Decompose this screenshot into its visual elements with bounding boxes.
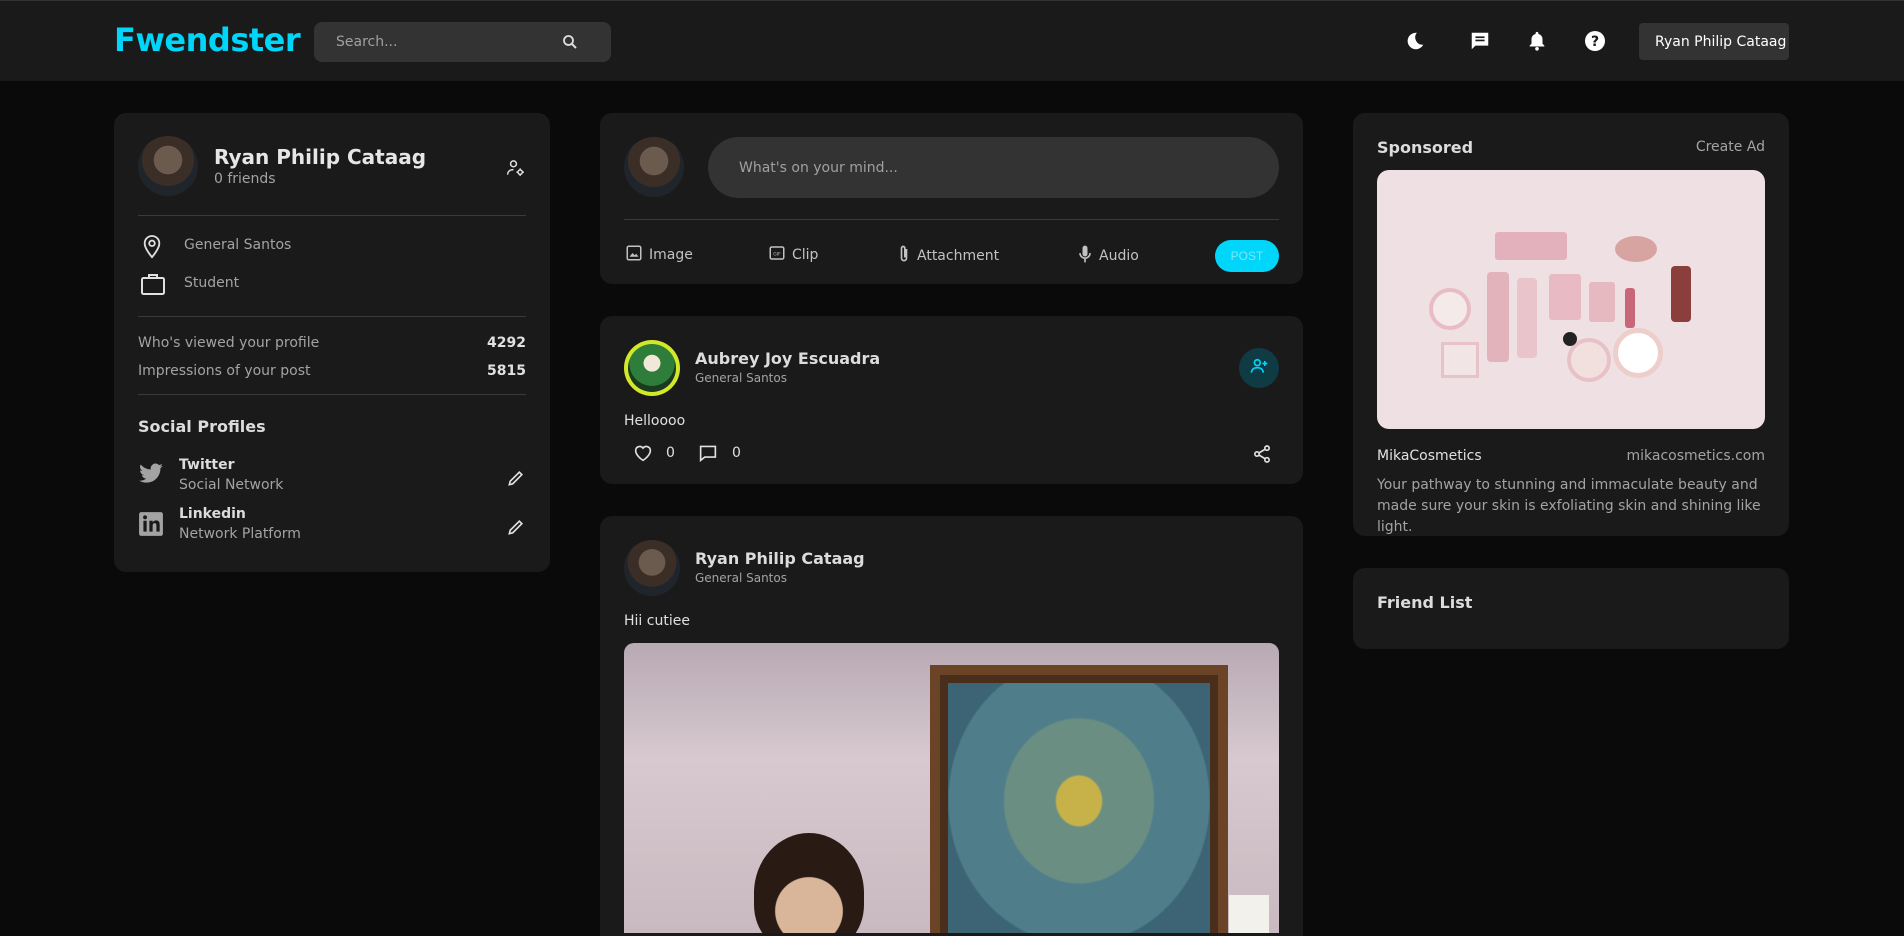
social-name[interactable]: Twitter	[179, 457, 235, 473]
post-image[interactable]	[624, 643, 1279, 933]
app-logo[interactable]: Fwendster	[114, 21, 301, 59]
post-author-avatar[interactable]	[624, 340, 680, 396]
profile-friends-count: 0 friends	[214, 171, 276, 187]
profile-name[interactable]: Ryan Philip Cataag	[214, 145, 426, 169]
attachment-action[interactable]: Attachment	[897, 244, 999, 268]
profile-occupation: Student	[184, 275, 240, 291]
ad-description: Your pathway to stunning and immaculate …	[1377, 477, 1761, 535]
twitter-icon	[138, 463, 164, 489]
manage-account-icon[interactable]	[506, 158, 526, 182]
svg-text:GIF: GIF	[773, 251, 781, 257]
search-bar[interactable]	[314, 22, 611, 62]
post-button[interactable]: POST	[1215, 240, 1279, 272]
audio-action[interactable]: Audio	[1077, 244, 1139, 268]
ad-image[interactable]	[1377, 170, 1765, 429]
profile-divider	[138, 394, 526, 395]
composer-divider	[624, 219, 1279, 220]
profile-divider	[138, 215, 526, 216]
stat-label: Who's viewed your profile	[138, 335, 320, 351]
like-heart-icon[interactable]	[633, 444, 653, 466]
profile-card: Ryan Philip Cataag 0 friends General San…	[114, 113, 550, 572]
gif-icon: GIF	[768, 244, 786, 266]
stat-value: 5815	[487, 363, 526, 379]
comment-count: 0	[732, 445, 741, 461]
post-author-name[interactable]: Ryan Philip Cataag	[695, 549, 865, 568]
search-icon[interactable]	[561, 33, 579, 55]
post-author-name[interactable]: Aubrey Joy Escuadra	[695, 349, 880, 368]
post-author-location: General Santos	[695, 371, 787, 385]
clip-action[interactable]: GIF Clip	[768, 244, 818, 266]
ad-url[interactable]: mikacosmetics.com	[1627, 448, 1766, 464]
profile-location: General Santos	[184, 237, 292, 253]
dark-mode-moon-icon[interactable]	[1402, 28, 1428, 54]
sponsored-card: Sponsored Create Ad MikaCosmetics mikaco…	[1353, 113, 1789, 536]
like-count: 0	[666, 445, 675, 461]
stat-value: 4292	[487, 335, 526, 351]
clip-action-label: Clip	[792, 247, 819, 263]
sponsored-title: Sponsored	[1377, 138, 1474, 157]
ad-brand[interactable]: MikaCosmetics	[1377, 448, 1482, 464]
friend-list-title: Friend List	[1377, 593, 1473, 612]
person-in-photo	[754, 833, 864, 933]
linkedin-icon	[138, 511, 164, 541]
post-text: Helloooo	[624, 413, 686, 429]
briefcase-icon	[140, 272, 166, 300]
image-action-label: Image	[649, 247, 693, 263]
photo-card	[1229, 895, 1269, 933]
profile-divider	[138, 316, 526, 317]
painting-frame	[930, 665, 1228, 933]
attachment-action-label: Attachment	[917, 248, 1000, 264]
paperclip-icon	[897, 244, 911, 268]
edit-pencil-icon[interactable]	[506, 517, 526, 541]
add-person-icon	[1249, 356, 1269, 380]
create-ad-link[interactable]: Create Ad	[1696, 139, 1765, 155]
audio-action-label: Audio	[1099, 248, 1139, 264]
post-author-location: General Santos	[695, 571, 787, 585]
social-name[interactable]: Linkedin	[179, 506, 246, 522]
location-pin-icon	[141, 234, 163, 264]
search-input[interactable]	[336, 34, 546, 50]
social-sub: Social Network	[179, 477, 284, 493]
top-navbar: Fwendster ? Ryan Philip Cataag	[0, 0, 1904, 81]
add-friend-button[interactable]	[1239, 348, 1279, 388]
post-text: Hii cutiee	[624, 613, 690, 629]
friend-list-card: Friend List	[1353, 568, 1789, 649]
microphone-icon	[1077, 244, 1093, 268]
image-action[interactable]: Image	[625, 244, 693, 266]
user-menu-select[interactable]: Ryan Philip Cataag	[1639, 23, 1789, 60]
whats-on-mind-input[interactable]: What's on your mind...	[708, 137, 1279, 198]
svg-text:?: ?	[1591, 34, 1599, 50]
social-sub: Network Platform	[179, 526, 301, 542]
notifications-bell-icon[interactable]	[1524, 28, 1550, 54]
edit-pencil-icon[interactable]	[506, 468, 526, 492]
share-icon[interactable]	[1252, 444, 1272, 468]
post-author-avatar[interactable]	[624, 540, 680, 596]
comment-bubble-icon[interactable]	[698, 444, 718, 466]
image-icon	[625, 244, 643, 266]
stat-label: Impressions of your post	[138, 363, 311, 379]
messages-icon[interactable]	[1467, 28, 1493, 54]
profile-avatar[interactable]	[138, 136, 198, 196]
composer-avatar	[624, 137, 684, 197]
social-profiles-title: Social Profiles	[138, 417, 266, 436]
help-question-icon[interactable]: ?	[1582, 28, 1608, 54]
